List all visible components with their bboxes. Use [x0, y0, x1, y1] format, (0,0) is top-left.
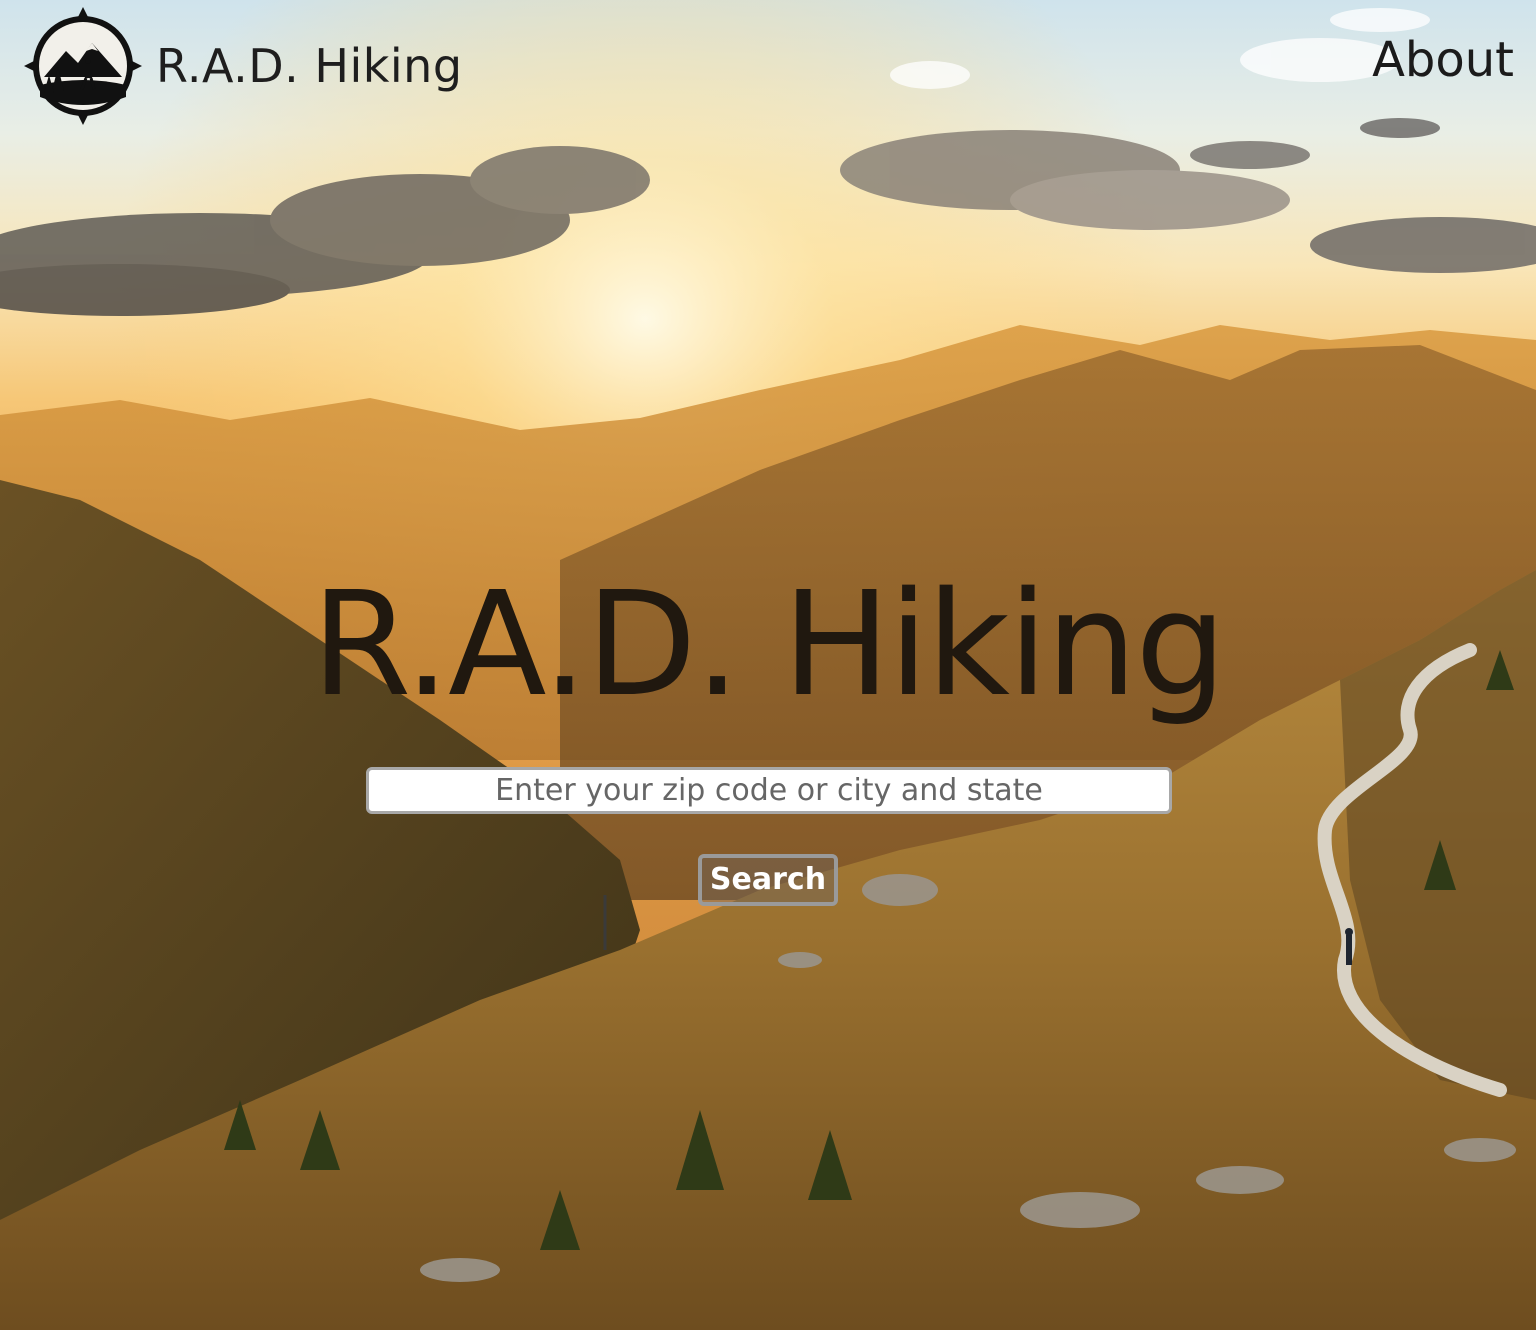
compass-hiker-logo-icon [24, 7, 142, 125]
search-button[interactable]: Search [698, 854, 838, 906]
brand-home-link[interactable]: R.A.D. Hiking [22, 0, 463, 132]
nav-about-link[interactable]: About [1372, 36, 1514, 84]
top-navigation-bar: R.A.D. Hiking About [0, 0, 1536, 140]
location-search-input[interactable] [366, 767, 1172, 814]
hero-section: R.A.D. Hiking About R.A.D. Hiking Search [0, 0, 1536, 1330]
hero-title: R.A.D. Hiking [311, 560, 1226, 728]
brand-name: R.A.D. Hiking [156, 39, 463, 93]
